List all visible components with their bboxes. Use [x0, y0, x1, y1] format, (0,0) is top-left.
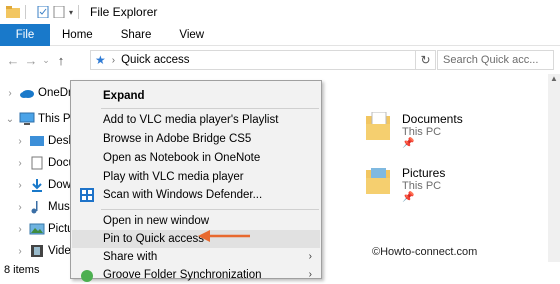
- menu-item-label: Scan with Windows Defender...: [103, 189, 263, 201]
- menu-item-share-with[interactable]: Share with ›: [72, 248, 320, 266]
- back-icon[interactable]: ←: [4, 53, 22, 68]
- watermark: ©Howto-connect.com: [372, 246, 478, 258]
- quick-access-star-icon: ★: [95, 53, 106, 67]
- customize-toolbar-icon[interactable]: ▾: [69, 8, 73, 17]
- desktop-icon: [30, 136, 44, 146]
- pin-icon: 📌: [402, 192, 415, 203]
- menu-item-open-new-window[interactable]: Open in new window: [72, 212, 320, 230]
- menu-divider: [101, 108, 319, 109]
- chevron-right-icon[interactable]: ›: [14, 136, 26, 147]
- pin-icon: 📌: [402, 138, 415, 149]
- tab-share[interactable]: Share: [107, 24, 166, 46]
- chevron-down-icon[interactable]: ⌄: [4, 114, 16, 125]
- content-pane: Documents This PC 📌 Pictures This PC 📌: [318, 74, 548, 262]
- chevron-right-icon[interactable]: ›: [14, 158, 26, 169]
- onedrive-cloud-icon: [20, 90, 34, 98]
- folder-tile-documents[interactable]: Documents This PC 📌: [366, 112, 463, 149]
- recent-locations-icon[interactable]: ⌄: [40, 55, 52, 66]
- annotation-arrow-icon: [198, 230, 250, 242]
- context-menu: Expand Add to VLC media player's Playlis…: [70, 80, 322, 282]
- submenu-arrow-icon: ›: [308, 269, 312, 280]
- properties-icon[interactable]: [37, 6, 49, 18]
- menu-item-label: Share with: [103, 251, 158, 263]
- breadcrumb[interactable]: Quick access: [121, 54, 189, 66]
- nav-item-music[interactable]: › Music: [10, 196, 78, 218]
- divider: [78, 5, 80, 19]
- videos-filmstrip-icon: [31, 245, 43, 257]
- submenu-arrow-icon: ›: [308, 251, 312, 262]
- forward-icon[interactable]: →: [22, 53, 40, 68]
- chevron-right-icon[interactable]: ›: [14, 202, 26, 213]
- menu-item-groove-sync[interactable]: Groove Folder Synchronization ›: [72, 266, 320, 284]
- nav-item-this-pc[interactable]: ⌄ This PC: [0, 108, 79, 130]
- tab-home[interactable]: Home: [50, 24, 107, 46]
- menu-item-label: Groove Folder Synchronization: [103, 269, 262, 281]
- menu-item-scan-defender[interactable]: Scan with Windows Defender...: [72, 186, 320, 204]
- music-note-icon: [31, 201, 38, 214]
- folder-name: Documents: [402, 112, 463, 126]
- folder-tile-pictures[interactable]: Pictures This PC 📌: [366, 166, 445, 203]
- menu-divider: [101, 209, 319, 210]
- chevron-right-icon[interactable]: ›: [14, 246, 26, 257]
- vertical-scrollbar[interactable]: ▲: [548, 74, 560, 262]
- menu-item-add-to-vlc-playlist[interactable]: Add to VLC media player's Playlist: [72, 111, 320, 129]
- search-input[interactable]: Search Quick acc...: [437, 50, 554, 70]
- window-title: File Explorer: [90, 5, 158, 19]
- navigation-pane: › OneDrive ⌄ This PC › Desktop › Documen…: [0, 74, 106, 262]
- menu-item-open-onenote[interactable]: Open as Notebook in OneNote: [72, 149, 320, 167]
- navigation-bar: ← → ⌄ ↑ ★ › Quick access ↻ Search Quick …: [0, 46, 560, 74]
- download-arrow-icon: [32, 179, 42, 192]
- breadcrumb-chevron-icon[interactable]: ›: [112, 55, 115, 66]
- windows-defender-shield-icon: [80, 188, 94, 202]
- chevron-right-icon[interactable]: ›: [14, 224, 26, 235]
- ribbon: File Home Share View: [0, 24, 560, 46]
- chevron-right-icon[interactable]: ›: [4, 88, 16, 99]
- menu-item-browse-adobe-bridge[interactable]: Browse in Adobe Bridge CS5: [72, 130, 320, 148]
- scroll-up-icon[interactable]: ▲: [548, 74, 560, 86]
- pictures-folder-icon: [366, 168, 390, 194]
- menu-item-expand[interactable]: Expand: [72, 87, 320, 105]
- pictures-icon: [29, 223, 45, 235]
- divider: [25, 5, 26, 19]
- address-bar[interactable]: ★ › Quick access: [90, 50, 416, 70]
- item-count: 8 items: [4, 264, 40, 276]
- groove-sync-icon: [81, 270, 93, 282]
- new-folder-icon[interactable]: [53, 6, 65, 18]
- folder-location: This PC: [402, 126, 442, 138]
- refresh-icon[interactable]: ↻: [416, 50, 436, 70]
- folder-icon: [6, 6, 20, 18]
- folder-location: This PC: [402, 180, 442, 192]
- tab-view[interactable]: View: [165, 24, 218, 46]
- documents-folder-icon: [366, 112, 390, 140]
- menu-item-play-vlc[interactable]: Play with VLC media player: [72, 168, 320, 186]
- computer-icon: [19, 112, 35, 125]
- up-icon[interactable]: ↑: [52, 53, 70, 68]
- chevron-right-icon[interactable]: ›: [14, 180, 26, 191]
- documents-icon: [31, 156, 43, 170]
- title-bar: ▾ File Explorer: [0, 0, 560, 24]
- tab-file[interactable]: File: [0, 24, 50, 46]
- folder-name: Pictures: [402, 166, 446, 180]
